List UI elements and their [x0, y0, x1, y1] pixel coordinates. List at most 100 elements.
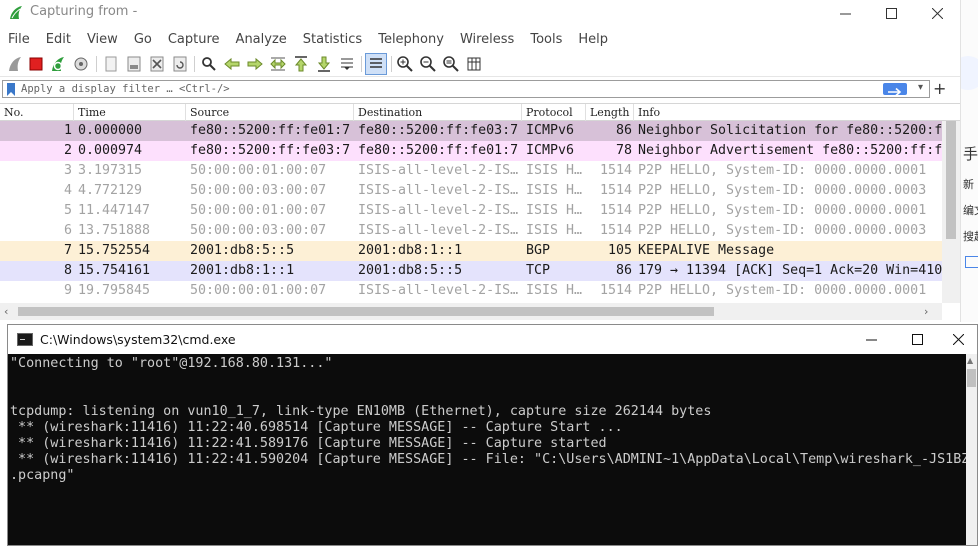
find-packet-icon[interactable] — [200, 55, 218, 73]
cell-time: 3.197315 — [78, 163, 143, 178]
first-packet-icon[interactable] — [292, 55, 310, 73]
cell-source: fe80::5200:ff:fe01:7 — [190, 123, 351, 138]
menu-telephony[interactable]: Telephony — [378, 32, 444, 47]
scrollbar-thumb[interactable] — [967, 369, 976, 387]
cell-no: 6 — [63, 223, 72, 238]
packet-row[interactable]: 7 15.752554 2001:db8:5::5 2001:db8:1::1 BGP 1… — [0, 241, 942, 261]
cell-no: 3 — [63, 163, 72, 178]
menu-tools[interactable]: Tools — [530, 32, 562, 47]
normal-size-icon[interactable] — [442, 55, 460, 73]
cmd-maximize-button[interactable] — [894, 326, 940, 352]
cell-no: 4 — [63, 183, 72, 198]
cmd-close-button[interactable] — [940, 326, 977, 352]
menu-file[interactable]: File — [8, 32, 30, 47]
menu-help[interactable]: Help — [578, 32, 608, 47]
window-icon — [965, 256, 978, 268]
filter-history-dropdown[interactable]: ▾ — [918, 82, 923, 93]
last-packet-icon[interactable] — [315, 55, 333, 73]
menu-statistics[interactable]: Statistics — [303, 32, 362, 47]
packet-list-horizontal-scrollbar[interactable]: ‹ › — [0, 303, 942, 320]
toolbar-separator — [361, 56, 362, 72]
close-file-icon[interactable] — [148, 55, 166, 73]
packet-row[interactable]: 5 11.447147 50:00:00:01:00:07 ISIS-all-leve… — [0, 201, 942, 221]
cell-protocol: ISIS H… — [526, 183, 583, 198]
cmd-minimize-button[interactable] — [848, 326, 894, 352]
display-filter-input[interactable] — [21, 81, 871, 97]
column-header-destination[interactable]: Destination — [354, 104, 522, 121]
cell-destination: 2001:db8:5::5 — [358, 263, 463, 278]
packet-row[interactable]: 6 13.751888 50:00:00:03:00:07 ISIS-all-leve… — [0, 221, 942, 241]
cell-length: 1514 — [599, 163, 632, 178]
column-header-no[interactable]: No. — [0, 104, 74, 121]
menu-analyze[interactable]: Analyze — [236, 32, 287, 47]
toolbar-separator — [194, 56, 195, 72]
column-header-info[interactable]: Info — [634, 104, 960, 121]
stop-capture-icon[interactable] — [27, 55, 45, 73]
cmd-title-bar: C:\Windows\system32\cmd.exe — [8, 325, 977, 354]
packet-list-vertical-scrollbar[interactable] — [942, 121, 960, 303]
autoscroll-icon[interactable] — [338, 55, 356, 73]
cmd-vertical-scrollbar[interactable]: ▲ — [966, 354, 977, 545]
go-forward-icon[interactable] — [246, 55, 264, 73]
packet-row[interactable]: 2 0.000974 fe80::5200:ff:fe03:7 fe80::5200:… — [0, 141, 942, 161]
save-file-icon[interactable] — [125, 55, 143, 73]
cell-destination: 2001:db8:1::1 — [358, 243, 463, 258]
zoom-out-icon[interactable] — [419, 55, 437, 73]
restart-capture-icon[interactable] — [49, 55, 67, 73]
packet-row[interactable]: 3 3.197315 50:00:00:01:00:07 ISIS-all-level… — [0, 161, 942, 181]
toolbar-separator — [391, 56, 392, 72]
open-file-icon[interactable] — [102, 55, 120, 73]
cell-protocol: ICMPv6 — [526, 143, 575, 158]
go-back-icon[interactable] — [223, 55, 241, 73]
bookmark-icon[interactable] — [6, 83, 16, 96]
console-output[interactable]: "Connecting to "root"@192.168.80.131..."… — [8, 354, 966, 545]
console-icon — [17, 333, 33, 346]
column-header-protocol[interactable]: Protocol — [522, 104, 586, 121]
menu-view[interactable]: View — [87, 32, 118, 47]
cell-protocol: BGP — [526, 243, 551, 258]
cell-time: 4.772129 — [78, 183, 143, 198]
minimize-button[interactable] — [822, 0, 868, 26]
capture-options-icon[interactable] — [72, 55, 90, 73]
cell-info: Neighbor Solicitation for fe80::5200:ff:… — [638, 123, 942, 138]
packet-row[interactable]: 9 19.795845 50:00:00:01:00:07 ISIS-all-leve… — [0, 281, 942, 301]
scrollbar-thumb[interactable] — [18, 307, 714, 316]
menu-edit[interactable]: Edit — [46, 32, 71, 47]
column-header-source[interactable]: Source — [186, 104, 354, 121]
maximize-icon — [885, 7, 897, 19]
start-capture-icon[interactable] — [6, 55, 24, 73]
side-text: 编文 — [963, 204, 978, 217]
close-button[interactable] — [914, 0, 960, 26]
packet-row[interactable]: 8 15.754161 2001:db8:1::1 2001:db8:5::5 TCP 8… — [0, 261, 942, 281]
cell-source: 50:00:00:01:00:07 — [190, 203, 327, 218]
side-text: 新 — [963, 178, 974, 191]
cell-source: 50:00:00:01:00:07 — [190, 163, 327, 178]
zoom-in-icon[interactable] — [396, 55, 414, 73]
scroll-right-icon[interactable]: › — [924, 305, 928, 318]
column-header-time[interactable]: Time — [74, 104, 186, 121]
scroll-up-icon[interactable]: ▲ — [967, 356, 973, 365]
resize-columns-icon[interactable] — [465, 55, 483, 73]
reload-file-icon[interactable] — [171, 55, 189, 73]
cell-info: KEEPALIVE Message — [638, 243, 775, 258]
packet-row[interactable]: 4 4.772129 50:00:00:03:00:07 ISIS-all-level… — [0, 181, 942, 201]
colorize-toggle[interactable] — [365, 53, 387, 75]
cell-protocol: TCP — [526, 263, 551, 278]
add-filter-button[interactable]: + — [933, 79, 946, 98]
cell-no: 8 — [63, 263, 72, 278]
cell-info: P2P HELLO, System-ID: 0000.0000.0001 — [638, 163, 927, 178]
menu-wireless[interactable]: Wireless — [460, 32, 514, 47]
menu-go[interactable]: Go — [134, 32, 152, 47]
cmd-window: C:\Windows\system32\cmd.exe "Connecting … — [7, 324, 978, 546]
apply-filter-button[interactable] — [883, 83, 907, 97]
console-line: ** (wireshark:11416) 11:22:41.590204 [Ca… — [10, 452, 966, 467]
maximize-button[interactable] — [868, 0, 914, 26]
go-to-packet-icon[interactable] — [269, 55, 287, 73]
cell-source: 50:00:00:03:00:07 — [190, 183, 327, 198]
scroll-left-icon[interactable]: ‹ — [4, 305, 8, 318]
menu-capture[interactable]: Capture — [168, 32, 220, 47]
scrollbar-thumb[interactable] — [946, 121, 956, 239]
cell-info: 179 → 11394 [ACK] Seq=1 Ack=20 Win=410 — [638, 263, 942, 278]
column-header-length[interactable]: Length — [586, 104, 634, 121]
packet-row[interactable]: 1 0.000000 fe80::5200:ff:fe01:7 fe80::5200:… — [0, 121, 942, 141]
